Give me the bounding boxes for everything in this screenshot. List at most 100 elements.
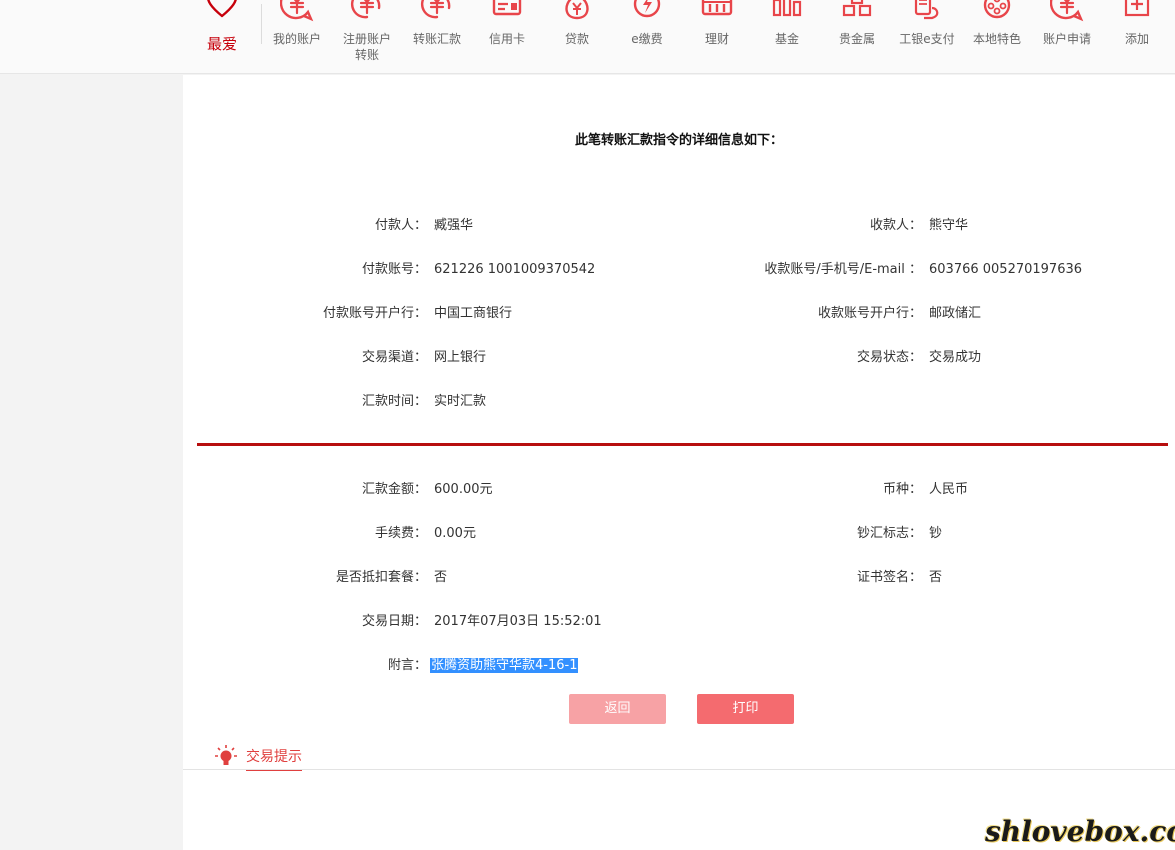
- value-date: 2017年07月03日 15:52:01: [434, 614, 602, 629]
- value-remit-time: 实时汇款: [434, 394, 487, 409]
- row-status: 交易状态：: [583, 348, 922, 368]
- phone-pay-icon: [914, 0, 939, 20]
- nav-item-precious-metal[interactable]: 贵金属: [822, 0, 892, 74]
- plus-square-icon: [1124, 0, 1150, 17]
- gold-bars-icon: [842, 0, 872, 17]
- value-payer-account: 621226 1001009370542: [434, 262, 596, 277]
- value-amount: 600.00元: [434, 482, 493, 497]
- value-cert-sign: 否: [929, 570, 943, 585]
- nav-item-favorites[interactable]: 最爱: [196, 0, 248, 74]
- credit-card-icon: [492, 0, 522, 16]
- watermark: shlovebox.com: [985, 815, 1175, 848]
- label-fee: 手续费：: [374, 526, 427, 541]
- label-payer-bank: 付款账号开户行：: [322, 306, 427, 321]
- nav-label: 我的账户: [272, 32, 321, 46]
- nav-item-credit-card[interactable]: 信用卡: [472, 0, 542, 74]
- nav-label: 转账汇款: [412, 32, 461, 46]
- abacus-icon: [701, 0, 733, 16]
- yuan-chat-icon: [1050, 0, 1084, 22]
- row-date: 交易日期：: [183, 612, 427, 632]
- row-cash-flag: 钞汇标志：: [583, 524, 922, 544]
- value-note[interactable]: 张腾资助熊守华款4-16-1: [430, 656, 579, 676]
- nav-item-wealth[interactable]: 理财: [682, 0, 752, 74]
- value-payee-bank: 邮政储汇: [929, 306, 982, 321]
- label-package: 是否抵扣套餐：: [335, 570, 427, 585]
- label-date: 交易日期：: [361, 614, 427, 629]
- nav-label-line1: 注册账户: [342, 32, 391, 46]
- nav-item-local-specialty[interactable]: 本地特色: [962, 0, 1032, 74]
- row-payer: 付款人：: [183, 216, 427, 236]
- yuan-refresh-icon: [350, 0, 381, 19]
- lightbulb-icon: [215, 745, 237, 765]
- nav-item-my-account[interactable]: 我的账户: [262, 0, 332, 74]
- bar-chart-icon: [772, 0, 802, 17]
- row-currency: 币种：: [583, 480, 922, 500]
- label-currency: 币种：: [882, 482, 922, 497]
- row-payer-account: 付款账号：: [183, 260, 427, 280]
- note-text-selected[interactable]: 张腾资助熊守华款4-16-1: [430, 658, 579, 673]
- value-payer: 臧强华: [434, 218, 474, 233]
- row-payer-bank: 付款账号开户行：: [183, 304, 427, 324]
- value-currency: 人民币: [929, 482, 969, 497]
- value-status: 交易成功: [929, 350, 982, 365]
- nav-item-icbc-epay[interactable]: 工银e支付: [892, 0, 962, 74]
- nav-label-line2: 转账: [354, 48, 379, 62]
- value-payer-bank: 中国工商银行: [434, 306, 513, 321]
- label-remit-time: 汇款时间：: [361, 394, 427, 409]
- nav-item-loan[interactable]: 贷款: [542, 0, 612, 74]
- tips-divider: [183, 769, 1175, 770]
- nav-label: 贷款: [564, 32, 589, 46]
- nav-label: 贵金属: [838, 32, 875, 46]
- value-payee-account: 603766 005270197636: [929, 262, 1083, 277]
- value-fee: 0.00元: [434, 526, 476, 541]
- row-payee: 收款人：: [583, 216, 922, 236]
- transfer-detail-panel: 此笔转账汇款指令的详细信息如下： 付款人： 臧强华 付款账号： 621226 1…: [183, 75, 1175, 731]
- row-note: 附言：: [183, 656, 427, 676]
- nav-label: 信用卡: [488, 32, 525, 46]
- row-amount: 汇款金额：: [183, 480, 427, 500]
- back-button[interactable]: 返回: [569, 694, 666, 724]
- nav-item-e-payment[interactable]: e缴费: [612, 0, 682, 74]
- label-cert-sign: 证书签名：: [856, 570, 922, 585]
- row-payee-bank: 收款账号开户行：: [583, 304, 922, 324]
- nav-label: 注册账户 转账: [332, 31, 402, 63]
- row-payee-account: 收款账号/手机号/E-mail ：: [583, 260, 922, 280]
- row-package: 是否抵扣套餐：: [183, 568, 427, 588]
- nav-item-fund[interactable]: 基金: [752, 0, 822, 74]
- value-channel: 网上银行: [434, 350, 487, 365]
- film-reel-icon: [983, 0, 1011, 19]
- value-cash-flag: 钞: [929, 526, 943, 541]
- print-button[interactable]: 打印: [697, 694, 794, 724]
- label-status: 交易状态：: [856, 350, 922, 365]
- nav-label: 理财: [704, 32, 729, 46]
- row-channel: 交易渠道：: [183, 348, 427, 368]
- page-title: 此笔转账汇款指令的详细信息如下：: [574, 133, 783, 148]
- row-fee: 手续费：: [183, 524, 427, 544]
- label-payee-account: 收款账号/手机号/E-mail ：: [764, 262, 922, 277]
- nav-label: e缴费: [631, 32, 663, 46]
- nav-label-favorites: 最爱: [206, 35, 237, 53]
- nav-label: 基金: [774, 32, 799, 46]
- top-navigation: 最爱 我的账户 注册账户转账 转账汇款 信用卡 贷款 e缴费 理财 基金 贵金属…: [0, 0, 1175, 74]
- nav-label: 工银e支付: [899, 32, 955, 46]
- nav-item-transfer[interactable]: 转账汇款: [402, 0, 472, 74]
- row-cert-sign: 证书签名：: [583, 568, 922, 588]
- label-payee-bank: 收款账号开户行：: [817, 306, 922, 321]
- section-divider: [197, 443, 1168, 446]
- heart-icon: [207, 0, 237, 18]
- yuan-refresh-icon: [420, 0, 451, 19]
- nav-label: 账户申请: [1042, 32, 1091, 46]
- yuan-chat-icon: [280, 0, 314, 22]
- nav-item-register-transfer[interactable]: 注册账户 转账: [332, 0, 402, 74]
- label-payee: 收款人：: [869, 218, 922, 233]
- value-payee: 熊守华: [929, 218, 969, 233]
- row-remit-time: 汇款时间：: [183, 392, 427, 412]
- nav-item-account-apply[interactable]: 账户申请: [1032, 0, 1102, 74]
- label-cash-flag: 钞汇标志：: [856, 526, 922, 541]
- nav-item-add[interactable]: 添加: [1102, 0, 1172, 74]
- nav-label: 添加: [1124, 32, 1149, 46]
- money-bag-icon: [565, 0, 589, 20]
- label-payer-account: 付款账号：: [361, 262, 427, 277]
- value-package: 否: [434, 570, 448, 585]
- tab-transaction-tips[interactable]: 交易提示: [246, 746, 302, 771]
